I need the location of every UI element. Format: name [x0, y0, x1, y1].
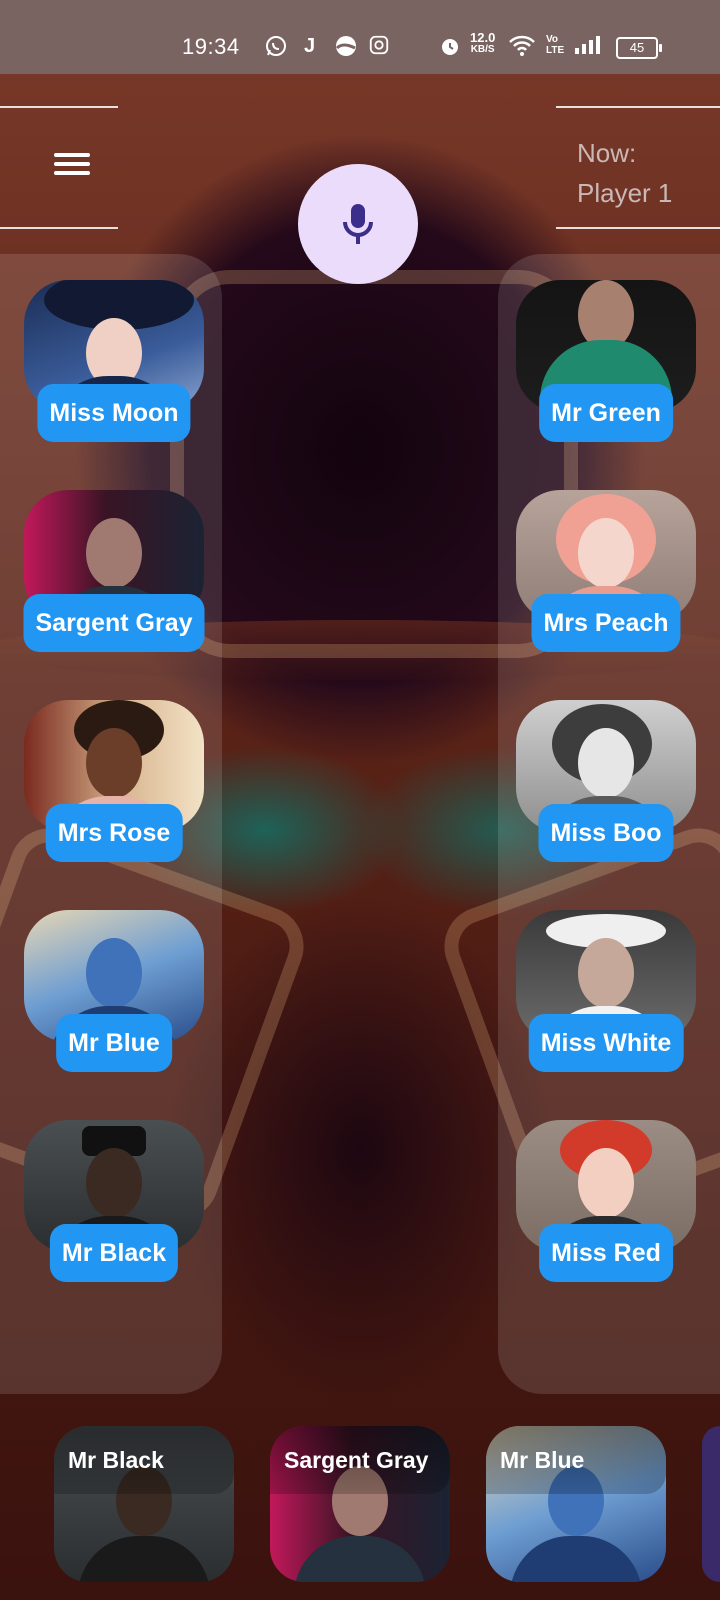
- character-name-button[interactable]: Miss Boo: [538, 804, 674, 862]
- character-name-button[interactable]: Mrs Rose: [45, 804, 183, 862]
- alarm-icon: [438, 34, 462, 64]
- character-name-button[interactable]: Mr Black: [49, 1224, 179, 1282]
- microphone-button[interactable]: [298, 164, 418, 284]
- character-name-button[interactable]: Mr Blue: [56, 1014, 172, 1072]
- character-name-button[interactable]: Sargent Gray: [23, 594, 205, 652]
- microphone-icon: [343, 204, 373, 244]
- j-app-icon: J: [304, 35, 316, 57]
- character-card-miss-boo[interactable]: Miss Boo: [516, 700, 696, 862]
- battery-icon: 45: [616, 37, 662, 59]
- character-card-mrs-peach[interactable]: Mrs Peach: [516, 490, 696, 652]
- tray-card-label: Mr Black: [54, 1426, 234, 1494]
- character-name-button[interactable]: Miss Moon: [37, 384, 191, 442]
- character-card-mr-blue[interactable]: Mr Blue: [24, 910, 204, 1072]
- pie-app-icon: [334, 34, 358, 64]
- character-card-mr-green[interactable]: Mr Green: [516, 280, 696, 442]
- hamburger-menu-icon[interactable]: [52, 148, 92, 182]
- tray-card-sargent-gray[interactable]: Sargent Gray: [270, 1426, 450, 1582]
- whatsapp-icon: [264, 34, 288, 64]
- now-player-name: Player 1: [577, 178, 673, 208]
- character-card-mrs-rose[interactable]: Mrs Rose: [24, 700, 204, 862]
- character-name-button[interactable]: Miss White: [528, 1014, 684, 1072]
- current-player-indicator: Now: Player 1: [577, 133, 672, 213]
- status-time: 19:34: [182, 34, 240, 59]
- header-divider-line: [556, 227, 720, 229]
- tray-card-label: Sargent Gray: [270, 1426, 450, 1494]
- now-label: Now:: [577, 138, 637, 168]
- character-card-sargent-gray[interactable]: Sargent Gray: [23, 490, 205, 652]
- header-divider-line: [556, 106, 720, 108]
- tray-card-label: Mr Blue: [486, 1426, 666, 1494]
- network-speed: 12.0 KB/S: [470, 30, 496, 56]
- character-card-miss-moon[interactable]: Miss Moon: [24, 280, 204, 442]
- character-name-button[interactable]: Miss Red: [539, 1224, 673, 1282]
- header-divider-line: [0, 106, 118, 108]
- wifi-icon: [508, 34, 536, 64]
- header-divider-line: [0, 227, 118, 229]
- signal-icon: [574, 34, 604, 62]
- character-name-button[interactable]: Mrs Peach: [531, 594, 681, 652]
- network-speed-unit: KB/S: [470, 44, 495, 55]
- network-speed-value: 12.0: [470, 30, 496, 45]
- character-name-button[interactable]: Mr Green: [539, 384, 673, 442]
- instagram-icon: [368, 34, 390, 62]
- character-card-miss-red[interactable]: Miss Red: [516, 1120, 696, 1282]
- tray-card-mr-blue[interactable]: Mr Blue: [486, 1426, 666, 1582]
- volte-indicator: Vo LTE: [546, 34, 565, 56]
- status-bar: 19:34 J 12.0 KB/S Vo LTE 45: [0, 0, 720, 74]
- character-card-mr-black[interactable]: Mr Black: [24, 1120, 204, 1282]
- tray-card-mr-black[interactable]: Mr Black: [54, 1426, 234, 1582]
- character-card-miss-white[interactable]: Miss White: [516, 910, 696, 1072]
- tray-card-partial[interactable]: [702, 1426, 720, 1582]
